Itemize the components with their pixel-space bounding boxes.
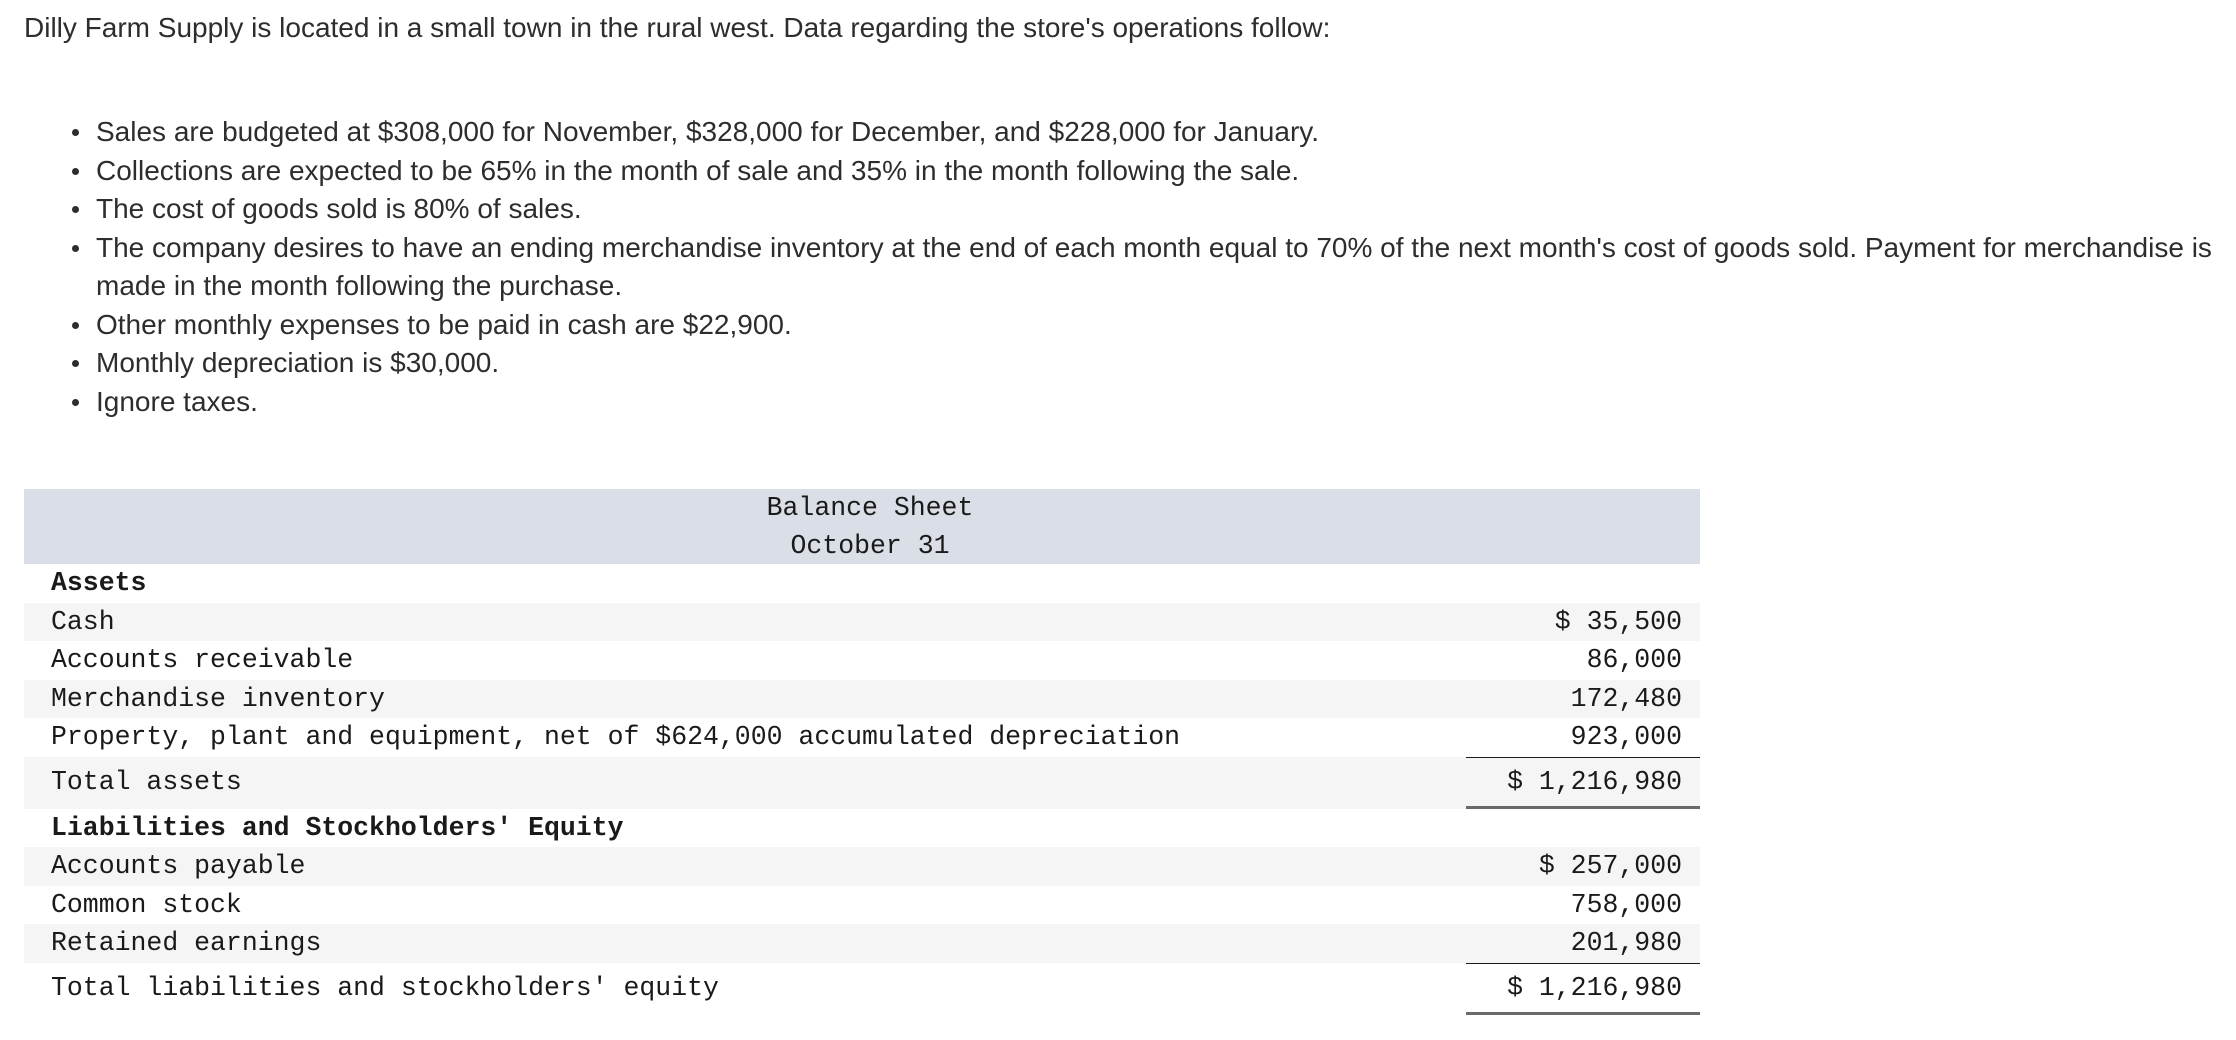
total-liabilities-row: Total liabilities and stockholders' equi… xyxy=(24,962,1700,1015)
list-item: The cost of goods sold is 80% of sales. xyxy=(72,190,2224,229)
row-amount: $ 35,500 xyxy=(1554,606,1682,637)
balance-sheet-date: October 31 xyxy=(790,530,950,561)
balance-sheet-header: Balance Sheet October 31 xyxy=(24,489,1700,564)
assets-heading: Assets xyxy=(51,568,147,598)
row-amount: $ 257,000 xyxy=(1538,851,1682,881)
row-amount: 201,980 xyxy=(1570,928,1682,958)
row-label: Total assets xyxy=(51,766,242,797)
total-assets-row: Total assets $ 1,216,980 xyxy=(24,756,1700,809)
row-amount: 172,480 xyxy=(1570,683,1682,714)
total-rule xyxy=(1466,1011,1700,1015)
row-amount: 923,000 xyxy=(1570,722,1682,752)
table-row: Common stock 758,000 xyxy=(24,886,1700,925)
list-item: Collections are expected to be 65% in th… xyxy=(72,152,2224,191)
intro-paragraph: Dilly Farm Supply is located in a small … xyxy=(24,12,1331,43)
table-row: Cash $ 35,500 xyxy=(24,602,1700,641)
list-item: Sales are budgeted at $308,000 for Novem… xyxy=(72,113,2224,152)
row-label: Merchandise inventory xyxy=(51,683,385,714)
row-label: Common stock xyxy=(51,889,242,920)
balance-sheet-title: Balance Sheet xyxy=(766,493,974,523)
row-label: Accounts receivable xyxy=(51,645,354,675)
row-amount: $ 1,216,980 xyxy=(1507,972,1682,1003)
row-amount: 86,000 xyxy=(1586,645,1682,675)
list-item: The company desires to have an ending me… xyxy=(72,229,2224,306)
assets-heading-row: Assets xyxy=(24,564,1700,603)
liabilities-heading-row: Liabilities and Stockholders' Equity xyxy=(24,809,1700,848)
table-row: Merchandise inventory 172,480 xyxy=(24,679,1700,718)
list-item: Other monthly expenses to be paid in cas… xyxy=(72,306,2224,345)
table-row: Retained earnings 201,980 xyxy=(24,924,1700,963)
list-item: Monthly depreciation is $30,000. xyxy=(72,344,2224,383)
row-amount: $ 1,216,980 xyxy=(1507,766,1682,797)
row-label: Accounts payable xyxy=(51,851,306,881)
row-label: Cash xyxy=(51,606,115,637)
table-row: Accounts receivable 86,000 xyxy=(24,641,1700,680)
row-label: Total liabilities and stockholders' equi… xyxy=(51,972,719,1003)
row-label: Retained earnings xyxy=(51,928,322,958)
table-row: Accounts payable $ 257,000 xyxy=(24,847,1700,886)
table-row: Property, plant and equipment, net of $6… xyxy=(24,718,1700,757)
row-amount: 758,000 xyxy=(1570,889,1682,920)
balance-sheet-table: Balance Sheet October 31 Assets Cash $ 3… xyxy=(24,489,1700,1015)
liabilities-heading: Liabilities and Stockholders' Equity xyxy=(51,812,624,843)
assumptions-list: Sales are budgeted at $308,000 for Novem… xyxy=(72,113,2224,422)
list-item: Ignore taxes. xyxy=(72,383,2224,422)
row-label: Property, plant and equipment, net of $6… xyxy=(51,722,1181,752)
